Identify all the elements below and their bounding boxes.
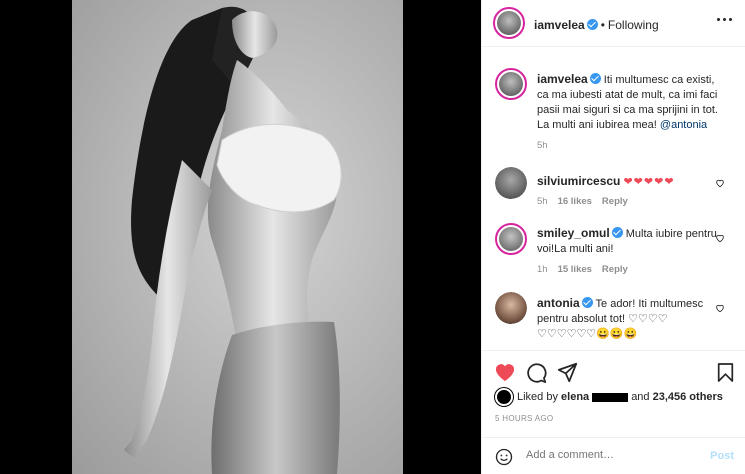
comment-username[interactable]: silviumircescu [537, 174, 620, 188]
caption-avatar-image [499, 72, 523, 96]
comment-item: silviumircescu ❤❤❤❤❤ 5h 16 likes Reply [495, 167, 735, 227]
emoji-icon[interactable] [495, 448, 513, 466]
redaction-bar [592, 392, 629, 402]
share-icon[interactable] [557, 362, 578, 383]
comment-avatar[interactable] [495, 223, 527, 255]
liker-avatar[interactable] [495, 388, 513, 406]
comment-text: smiley_omul Multa iubire pentru voi!La m… [537, 226, 727, 257]
likes-summary: Liked by elena and 23,456 others [495, 388, 723, 406]
photo-area [0, 0, 481, 474]
likes-middle: and [631, 391, 650, 403]
comment-username[interactable]: smiley_omul [537, 226, 610, 240]
comment-avatar[interactable] [495, 167, 527, 199]
comment-item: antonia Te ador! Iti multumesc pentru ab… [495, 292, 735, 350]
caption-time: 5h [537, 140, 548, 151]
reply-button[interactable]: Reply [602, 264, 628, 275]
following-button[interactable]: Following [608, 18, 659, 32]
comments-list[interactable]: iamvelea Iti multumesc ca existi, ca ma … [482, 48, 745, 350]
more-options-icon[interactable] [717, 18, 732, 21]
comment-text: silviumircescu ❤❤❤❤❤ [537, 174, 727, 190]
post-panel: iamvelea • Following iamvelea Iti multumes… [481, 0, 745, 474]
caption-username[interactable]: iamvelea [537, 72, 588, 86]
like-heart-icon[interactable] [494, 362, 516, 382]
post-timestamp[interactable]: 5 HOURS AGO [495, 414, 553, 423]
like-comment-icon[interactable] [715, 178, 725, 188]
comment-input[interactable] [526, 449, 696, 461]
caption-text: iamvelea Iti multumesc ca existi, ca ma … [537, 72, 727, 133]
save-bookmark-icon[interactable] [717, 362, 734, 383]
reply-button[interactable]: Reply [602, 196, 628, 207]
comment-likes[interactable]: 15 likes [558, 264, 592, 275]
liker-name[interactable]: elena [561, 391, 589, 403]
caption: iamvelea Iti multumesc ca existi, ca ma … [495, 68, 735, 158]
post-actions: Liked by elena and 23,456 others 5 HOURS… [482, 350, 745, 474]
comment-emoji: ❤❤❤❤❤ [623, 176, 675, 188]
likes-prefix: Liked by [517, 391, 558, 403]
caption-mention[interactable]: @antonia [660, 119, 707, 131]
comment-time: 1h [537, 264, 548, 275]
verified-icon [589, 73, 601, 84]
caption-avatar[interactable] [495, 68, 527, 100]
comment-time: 5h [537, 196, 548, 207]
post-button[interactable]: Post [710, 450, 734, 462]
verified-icon [611, 227, 623, 238]
author-avatar-image [497, 11, 521, 35]
author-avatar[interactable] [493, 7, 525, 39]
like-comment-icon[interactable] [715, 303, 725, 313]
post-header: iamvelea • Following [482, 0, 745, 47]
author-username[interactable]: iamvelea [534, 18, 585, 32]
comment-text: antonia Te ador! Iti multumesc pentru ab… [537, 296, 727, 342]
comment-avatar-image [495, 167, 527, 199]
comment-meta: 5h 16 likes Reply [537, 196, 628, 207]
comment-avatar-image [499, 227, 523, 251]
comment-meta: 1h 15 likes Reply [537, 264, 628, 275]
photo-figure [124, 6, 342, 474]
like-comment-icon[interactable] [715, 233, 725, 243]
comment-icon[interactable] [526, 362, 547, 383]
verified-icon [581, 297, 593, 308]
post-photo[interactable] [72, 0, 403, 474]
header-title: iamvelea • Following [534, 16, 659, 34]
comment-avatar[interactable] [495, 292, 527, 324]
comment-likes[interactable]: 16 likes [558, 196, 592, 207]
likes-count[interactable]: 23,456 others [653, 391, 723, 403]
comment-item: smiley_omul Multa iubire pentru voi!La m… [495, 223, 735, 285]
comment-username[interactable]: antonia [537, 296, 580, 310]
separator-dot: • [600, 18, 605, 32]
comment-avatar-image [495, 292, 527, 324]
verified-icon [586, 19, 598, 30]
add-comment-bar: Post [482, 437, 745, 474]
